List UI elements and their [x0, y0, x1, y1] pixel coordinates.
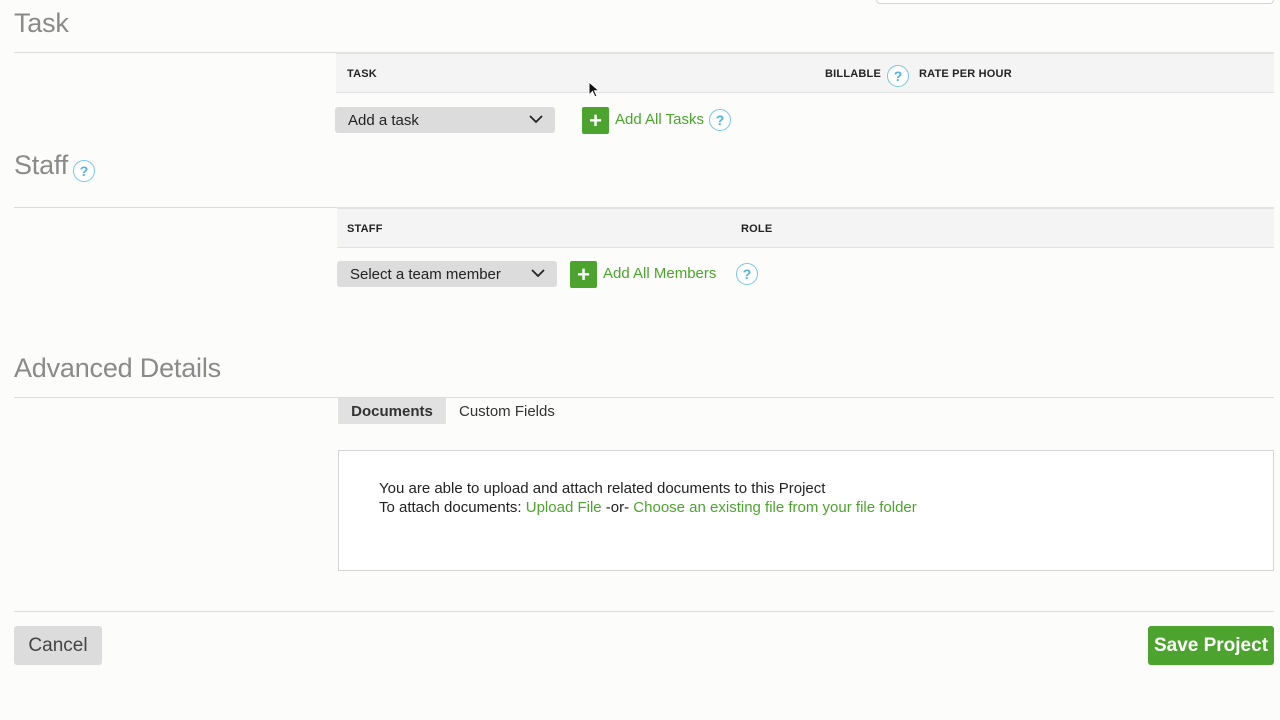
- add-all-tasks-help-icon[interactable]: ?: [709, 109, 731, 131]
- task-column-header: TASK: [347, 68, 377, 80]
- upload-file-link[interactable]: Upload File: [526, 499, 602, 516]
- choose-existing-file-link[interactable]: Choose an existing file from your file f…: [633, 499, 916, 516]
- chevron-down-icon: [529, 115, 543, 124]
- billable-help-icon[interactable]: ?: [887, 65, 909, 87]
- add-task-select[interactable]: Add a task: [335, 107, 555, 133]
- staff-table-header: STAFF ROLE: [337, 207, 1274, 248]
- tab-documents[interactable]: Documents: [338, 398, 446, 424]
- footer-divider: [14, 611, 1274, 612]
- billable-column-header: BILLABLE: [825, 68, 881, 80]
- staff-column-header: STAFF: [347, 223, 383, 235]
- chevron-down-icon: [531, 269, 545, 278]
- advanced-details-divider: [14, 397, 1274, 398]
- tab-custom-fields[interactable]: Custom Fields: [459, 398, 555, 424]
- rate-column-header: RATE PER HOUR: [919, 68, 1012, 80]
- select-team-member-value: Select a team member: [350, 265, 501, 283]
- documents-instructions: You are able to upload and attach relate…: [379, 479, 917, 517]
- advanced-details-title: Advanced Details: [14, 353, 221, 383]
- staff-help-icon[interactable]: ?: [73, 160, 95, 182]
- or-separator: -or-: [601, 499, 634, 516]
- staff-section-divider: [14, 207, 337, 208]
- add-task-select-value: Add a task: [348, 111, 419, 129]
- cancel-button[interactable]: Cancel: [14, 626, 102, 665]
- task-table-header: TASK BILLABLE ? RATE PER HOUR: [336, 52, 1274, 93]
- task-section-title: Task: [14, 8, 69, 38]
- staff-section-title: Staff: [14, 150, 69, 180]
- select-team-member-select[interactable]: Select a team member: [337, 261, 557, 287]
- add-all-members-help-icon[interactable]: ?: [736, 263, 758, 285]
- add-all-tasks-plus-button[interactable]: +: [582, 107, 609, 134]
- add-all-members-plus-button[interactable]: +: [570, 261, 597, 288]
- add-all-members-link[interactable]: Add All Members: [603, 265, 716, 282]
- task-section-divider: [14, 52, 336, 53]
- documents-line-2: To attach documents: Upload File -or- Ch…: [379, 498, 917, 517]
- add-all-tasks-link[interactable]: Add All Tasks: [615, 111, 704, 128]
- save-project-button[interactable]: Save Project: [1148, 626, 1274, 665]
- mouse-cursor-icon: [588, 81, 600, 98]
- top-input-field[interactable]: [876, 0, 1274, 4]
- role-column-header: ROLE: [741, 223, 773, 235]
- documents-line-2-prefix: To attach documents:: [379, 499, 526, 516]
- documents-line-1: You are able to upload and attach relate…: [379, 480, 826, 497]
